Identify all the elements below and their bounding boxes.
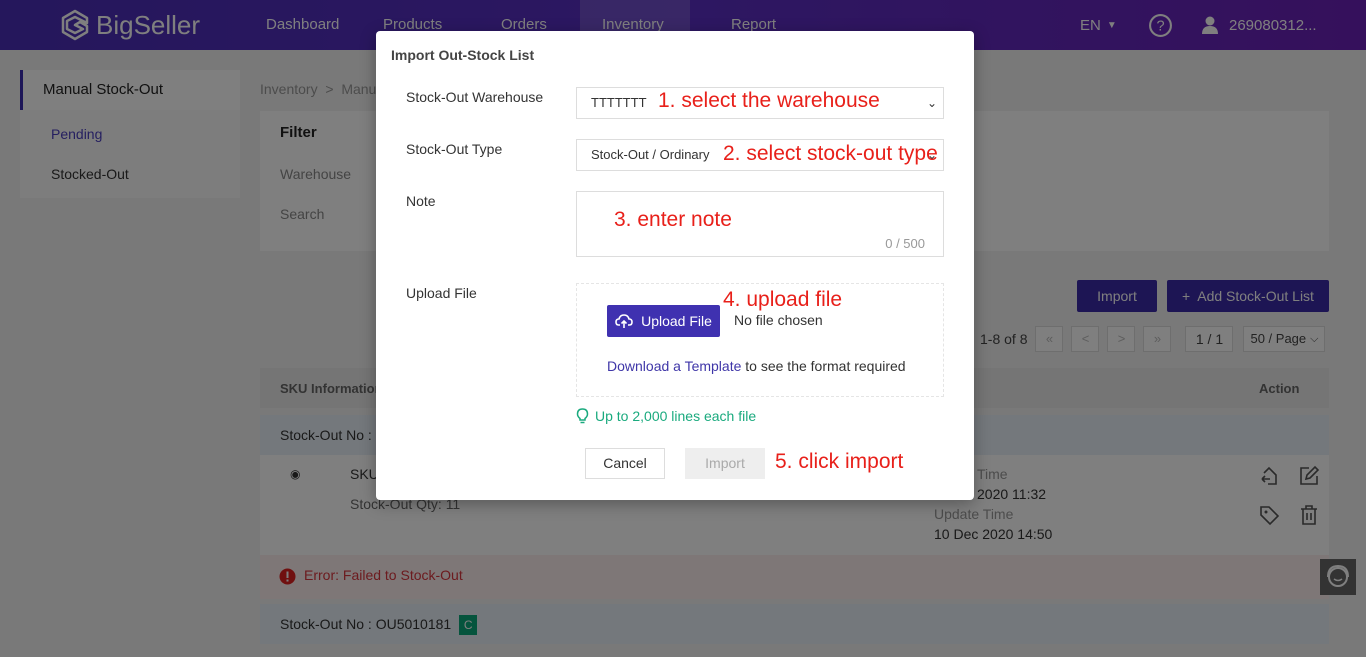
stock-out-type-value: Stock-Out / Ordinary [591, 147, 710, 162]
stock-out-type-label: Stock-Out Type [406, 141, 503, 157]
lightbulb-icon [576, 408, 589, 424]
no-file-chosen: No file chosen [734, 312, 823, 328]
upload-file-button-label: Upload File [641, 313, 712, 329]
annotation-step-2: 2. select stock-out type [723, 142, 938, 165]
line-limit-text: Up to 2,000 lines each file [595, 408, 757, 424]
modal-title: Import Out-Stock List [391, 47, 535, 63]
upload-file-button[interactable]: Upload File [607, 305, 720, 337]
upload-file-label: Upload File [406, 285, 477, 301]
annotation-step-4: 4. upload file [723, 288, 843, 311]
note-label: Note [406, 193, 436, 209]
warehouse-label: Stock-Out Warehouse [406, 89, 544, 105]
template-hint: Download a Template to see the format re… [607, 358, 906, 374]
modal-import-button[interactable]: Import [685, 448, 765, 479]
annotation-step-1: 1. select the warehouse [658, 89, 880, 112]
chevron-down-icon: ⌄ [926, 96, 937, 110]
import-out-stock-modal: Import Out-Stock List Stock-Out Warehous… [376, 31, 974, 500]
download-template-link[interactable]: Download a Template [607, 358, 741, 374]
annotation-step-5: 5. click import [775, 450, 904, 473]
template-hint-text: to see the format required [741, 358, 906, 374]
cancel-button[interactable]: Cancel [585, 448, 665, 479]
warehouse-value: TTTTTTT [591, 95, 647, 110]
cloud-upload-icon [615, 314, 633, 328]
annotation-step-3: 3. enter note [614, 208, 732, 231]
note-char-counter: 0 / 500 [885, 236, 925, 251]
line-limit-tip: Up to 2,000 lines each file [576, 408, 756, 424]
